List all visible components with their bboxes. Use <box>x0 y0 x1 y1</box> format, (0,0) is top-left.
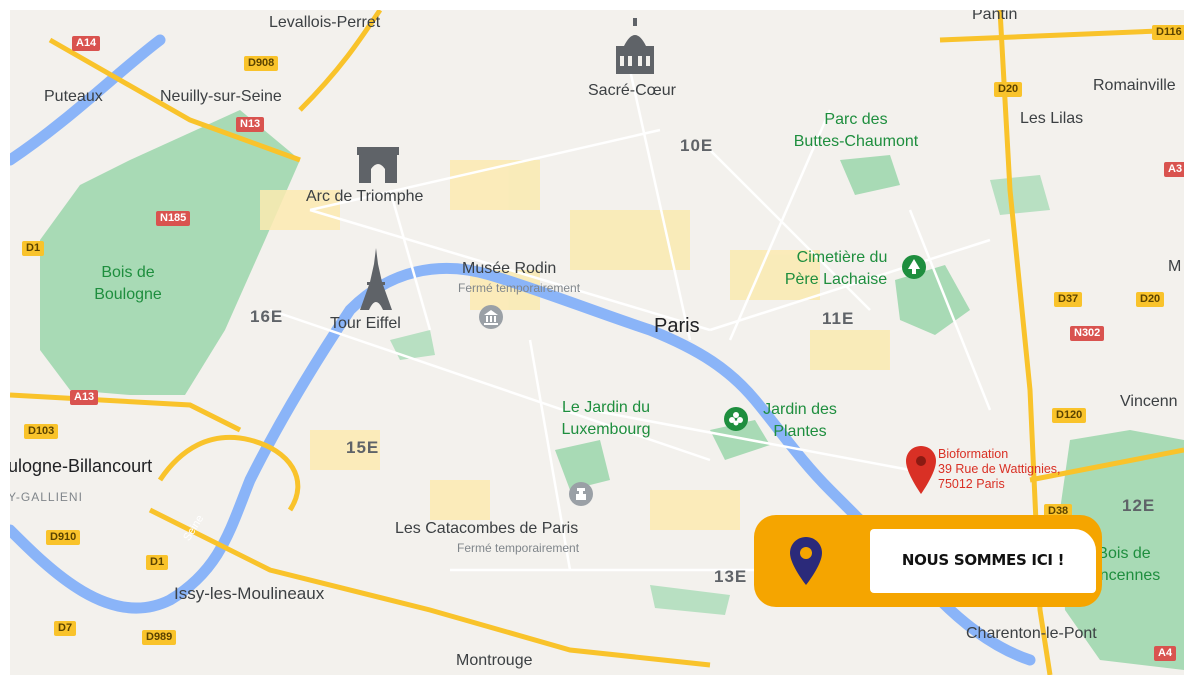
road-shield-d1-bottom: D1 <box>146 555 169 570</box>
location-pin-icon <box>790 537 822 585</box>
label-sacre-coeur: Sacré-Cœur <box>588 82 677 99</box>
road-shield-d989: D989 <box>142 630 177 645</box>
label-m-edge: M <box>1168 258 1182 275</box>
road-shield-n185: N185 <box>156 211 191 226</box>
road-shield-a3: A3 <box>1164 162 1184 177</box>
road-shield-d20-right: D20 <box>1136 292 1165 307</box>
label-musee-rodin-status: Fermé temporairement <box>458 281 581 295</box>
label-levallois: Levallois-Perret <box>269 14 381 31</box>
location-pin-icon[interactable] <box>906 446 936 494</box>
label-charenton: Charenton-le-Pont <box>966 625 1097 642</box>
label-marker-name: Bioformation <box>938 447 1009 461</box>
sacre-coeur-icon[interactable] <box>614 16 656 76</box>
label-issy: Issy-les-Moulineaux <box>174 584 325 603</box>
label-jardin-plantes-1: Jardin des <box>763 401 837 418</box>
arc-de-triomphe-icon[interactable] <box>357 147 399 183</box>
park-green-small-3 <box>990 175 1050 215</box>
road-shield-d116: D116 <box>1152 25 1184 40</box>
label-puteaux: Puteaux <box>44 88 103 105</box>
banner-label: NOUS SOMMES ICI ! <box>901 551 1065 569</box>
label-les-lilas: Les Lilas <box>1020 110 1084 127</box>
label-jardin-plantes-2: Plantes <box>773 423 827 440</box>
label-district-16e: 16E <box>250 307 284 326</box>
label-vincennes-town: Vincenn <box>1120 393 1178 410</box>
banner-text-box: NOUS SOMMES ICI ! <box>870 529 1096 593</box>
label-bois-boulogne-2: Boulogne <box>94 286 162 303</box>
label-tour-eiffel: Tour Eiffel <box>330 315 401 332</box>
label-bois-vincennes-1: Bois de <box>1097 545 1151 562</box>
label-buttes-chaumont-2: Buttes-Chaumont <box>793 133 919 150</box>
road-shield-n302: N302 <box>1070 326 1105 341</box>
park-icon[interactable] <box>902 255 926 279</box>
label-buttes-chaumont-1: Parc des <box>824 111 888 128</box>
eiffel-tower-icon[interactable] <box>359 248 393 310</box>
label-cimetiere-2: Père Lachaise <box>784 271 888 288</box>
label-boulogne-billancourt: ulogne-Billancourt <box>10 456 153 476</box>
road-shield-d120: D120 <box>1052 408 1087 423</box>
label-district-10e: 10E <box>680 136 714 155</box>
road-shield-d103: D103 <box>24 424 59 439</box>
road-shield-d910: D910 <box>46 530 81 545</box>
park-green-small-2 <box>650 585 730 615</box>
park-green-small-1 <box>390 330 435 360</box>
label-jardin-luxembourg-1: Le Jardin du <box>561 399 651 416</box>
label-gallieni: Y-GALLIENI <box>10 490 83 504</box>
road-shield-d1-left: D1 <box>22 241 45 256</box>
road-shield-a4: A4 <box>1154 646 1177 661</box>
label-bois-vincennes-2: ncennes <box>1099 567 1161 584</box>
label-arc-de-triomphe: Arc de Triomphe <box>306 188 424 205</box>
label-city-paris: Paris <box>654 315 700 337</box>
label-district-12e: 12E <box>1122 496 1156 515</box>
label-jardin-luxembourg-2: Luxembourg <box>561 421 651 438</box>
label-district-11e: 11E <box>822 309 855 328</box>
road-shield-a14: A14 <box>72 36 101 51</box>
label-romainville: Romainville <box>1093 77 1176 94</box>
label-district-13e: 13E <box>714 567 748 586</box>
label-marker-street: 39 Rue de Wattignies, <box>938 462 1061 476</box>
label-bois-boulogne-1: Bois de <box>101 264 155 281</box>
park-buttes-chaumont <box>840 155 900 195</box>
label-catacombes-status: Fermé temporairement <box>457 541 580 555</box>
label-cimetiere-1: Cimetière du <box>796 249 888 266</box>
location-banner[interactable]: NOUS SOMMES ICI ! <box>754 515 1102 607</box>
road-shield-d908: D908 <box>244 56 279 71</box>
garden-icon[interactable] <box>724 407 748 431</box>
museum-icon[interactable] <box>479 305 503 329</box>
road-shield-d7: D7 <box>54 621 77 636</box>
catacombs-icon[interactable] <box>569 482 593 506</box>
label-musee-rodin: Musée Rodin <box>462 260 557 277</box>
road-shield-a13: A13 <box>70 390 99 405</box>
label-marker-postcode: 75012 Paris <box>938 477 1005 491</box>
label-district-15e: 15E <box>346 438 380 457</box>
park-bois-de-boulogne <box>40 110 300 395</box>
road-shield-d20-top: D20 <box>994 82 1023 97</box>
road-shield-n13: N13 <box>236 117 265 132</box>
road-shield-d37: D37 <box>1054 292 1083 307</box>
label-neuilly: Neuilly-sur-Seine <box>160 88 282 105</box>
label-catacombes: Les Catacombes de Paris <box>395 520 579 537</box>
label-montrouge: Montrouge <box>456 652 533 669</box>
label-pantin: Pantin <box>972 10 1018 23</box>
